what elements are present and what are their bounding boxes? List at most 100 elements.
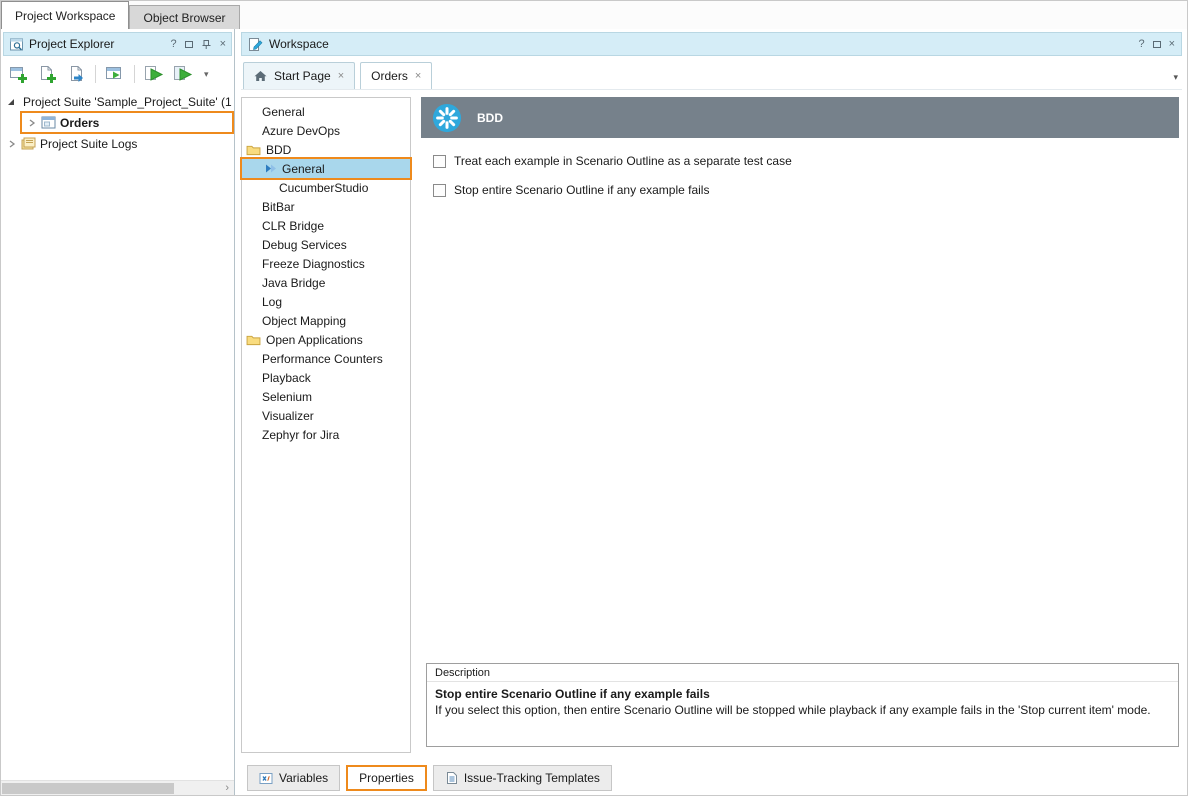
tab-list-dropdown-arrow[interactable]: ▾ [1173, 72, 1178, 83]
description-body: If you select this option, then entire S… [427, 703, 1178, 717]
add-project-item-button[interactable] [34, 61, 60, 87]
settings-group-bdd[interactable]: BDD [242, 140, 410, 159]
run-project-suite-icon [143, 64, 165, 85]
settings-item-freeze-diagnostics[interactable]: Freeze Diagnostics [242, 254, 410, 273]
settings-group-open-applications[interactable]: Open Applications [242, 330, 410, 349]
settings-item-java-bridge[interactable]: Java Bridge [242, 273, 410, 292]
add-project-suite-button[interactable] [5, 61, 31, 87]
project-tree: Project Suite 'Sample_Project_Suite' (1 … [1, 91, 234, 154]
settings-item-label: Log [262, 295, 282, 309]
checkbox-label: Treat each example in Scenario Outline a… [454, 154, 792, 168]
add-project-suite-icon [8, 64, 29, 85]
settings-item-selenium[interactable]: Selenium [242, 387, 410, 406]
add-project-item-icon [37, 64, 58, 85]
settings-item-log[interactable]: Log [242, 292, 410, 311]
tab-variables[interactable]: Variables [247, 765, 340, 791]
settings-item-zephyr-for-jira[interactable]: Zephyr for Jira [242, 425, 410, 444]
doc-tab-orders[interactable]: Orders × [360, 62, 432, 89]
bdd-icon [432, 103, 462, 133]
doc-tab-label: Start Page [274, 69, 331, 83]
workspace-panel: Workspace ? × Start Page × Orders × ▾ [235, 29, 1187, 795]
tab-label: Properties [359, 771, 414, 785]
tab-label: Variables [279, 771, 328, 785]
panel-header-buttons: ? × [1138, 39, 1175, 50]
settings-item-general[interactable]: General [242, 102, 410, 121]
settings-item-cucumberstudio[interactable]: CucumberStudio [242, 178, 410, 197]
settings-item-label: General [282, 162, 325, 176]
tab-issue-tracking-templates[interactable]: Issue-Tracking Templates [433, 765, 612, 791]
doc-tab-start-page[interactable]: Start Page × [243, 62, 355, 89]
expand-closed-icon[interactable] [7, 140, 17, 148]
settings-item-label: Zephyr for Jira [262, 428, 339, 442]
settings-item-label: CucumberStudio [279, 181, 368, 195]
settings-item-label: Playback [262, 371, 311, 385]
tab-object-browser[interactable]: Object Browser [129, 5, 239, 29]
run-project-button[interactable] [170, 61, 196, 87]
variables-icon [259, 772, 273, 785]
settings-item-performance-counters[interactable]: Performance Counters [242, 349, 410, 368]
project-explorer-toolbar: ▾ [3, 59, 232, 89]
checkbox-stop-entire-outline[interactable] [433, 184, 446, 197]
settings-item-debug-services[interactable]: Debug Services [242, 235, 410, 254]
close-tab-icon[interactable]: × [338, 70, 344, 82]
tree-item-project-suite-logs[interactable]: Project Suite Logs [1, 133, 234, 154]
run-project-suite-button[interactable] [141, 61, 167, 87]
expand-closed-icon[interactable] [27, 119, 37, 127]
run-project-icon [172, 64, 194, 85]
close-tab-icon[interactable]: × [415, 70, 421, 82]
help-button[interactable]: ? [170, 39, 176, 50]
toolbar-options-arrow[interactable]: ▾ [201, 69, 212, 80]
maximize-button[interactable] [185, 41, 193, 48]
maximize-button[interactable] [1153, 41, 1161, 48]
tab-properties[interactable]: Properties [346, 765, 427, 791]
bdd-section-title: BDD [477, 111, 503, 125]
tree-item-project-suite[interactable]: Project Suite 'Sample_Project_Suite' (1 … [1, 91, 234, 112]
settings-item-visualizer[interactable]: Visualizer [242, 406, 410, 425]
folder-icon [246, 144, 261, 156]
tree-item-orders[interactable]: Orders [1, 112, 234, 133]
export-project-button[interactable] [63, 61, 89, 87]
description-panel: Description Stop entire Scenario Outline… [426, 663, 1179, 747]
settings-item-label: Debug Services [262, 238, 347, 252]
tab-label: Issue-Tracking Templates [464, 771, 600, 785]
properties-category-list: General Azure DevOps BDD General Cucumbe… [241, 97, 411, 753]
tab-project-workspace-label: Project Workspace [15, 9, 115, 23]
record-test-button[interactable] [102, 61, 128, 87]
checkbox-label: Stop entire Scenario Outline if any exam… [454, 183, 709, 197]
settings-item-label: Selenium [262, 390, 312, 404]
scrollbar-thumb[interactable] [2, 783, 174, 794]
settings-item-label: BitBar [262, 200, 295, 214]
selected-arrow-icon [265, 163, 277, 174]
settings-item-bitbar[interactable]: BitBar [242, 197, 410, 216]
close-button[interactable]: × [220, 39, 226, 50]
doc-tab-label: Orders [371, 69, 408, 83]
application-window: Project Workspace Object Browser Project… [0, 0, 1188, 796]
settings-item-label: Freeze Diagnostics [262, 257, 365, 271]
settings-item-label: Object Mapping [262, 314, 346, 328]
settings-item-label: General [262, 105, 305, 119]
tab-project-workspace[interactable]: Project Workspace [1, 1, 129, 29]
close-button[interactable]: × [1169, 39, 1175, 50]
settings-item-bdd-general[interactable]: General [242, 159, 410, 178]
settings-item-playback[interactable]: Playback [242, 368, 410, 387]
bdd-section-header: BDD [421, 97, 1179, 138]
settings-item-label: Open Applications [266, 333, 363, 347]
checkbox-treat-each-example[interactable] [433, 155, 446, 168]
project-explorer-icon [9, 37, 24, 52]
project-explorer-panel: Project Explorer ? × [1, 29, 235, 795]
help-button[interactable]: ? [1138, 39, 1144, 50]
scroll-right-arrow[interactable]: › [225, 781, 229, 795]
toolbar-separator [95, 65, 96, 83]
horizontal-scrollbar[interactable]: › [1, 780, 234, 795]
settings-item-clr-bridge[interactable]: CLR Bridge [242, 216, 410, 235]
settings-item-azure-devops[interactable]: Azure DevOps [242, 121, 410, 140]
option-treat-each-example: Treat each example in Scenario Outline a… [433, 153, 792, 169]
pin-button[interactable] [201, 39, 212, 50]
workspace-title: Workspace [269, 37, 1132, 51]
description-title: Stop entire Scenario Outline if any exam… [427, 682, 1178, 703]
folder-icon [246, 334, 261, 346]
settings-item-label: BDD [266, 143, 291, 157]
project-explorer-header: Project Explorer ? × [3, 32, 232, 56]
expand-open-icon[interactable] [7, 98, 15, 106]
settings-item-object-mapping[interactable]: Object Mapping [242, 311, 410, 330]
